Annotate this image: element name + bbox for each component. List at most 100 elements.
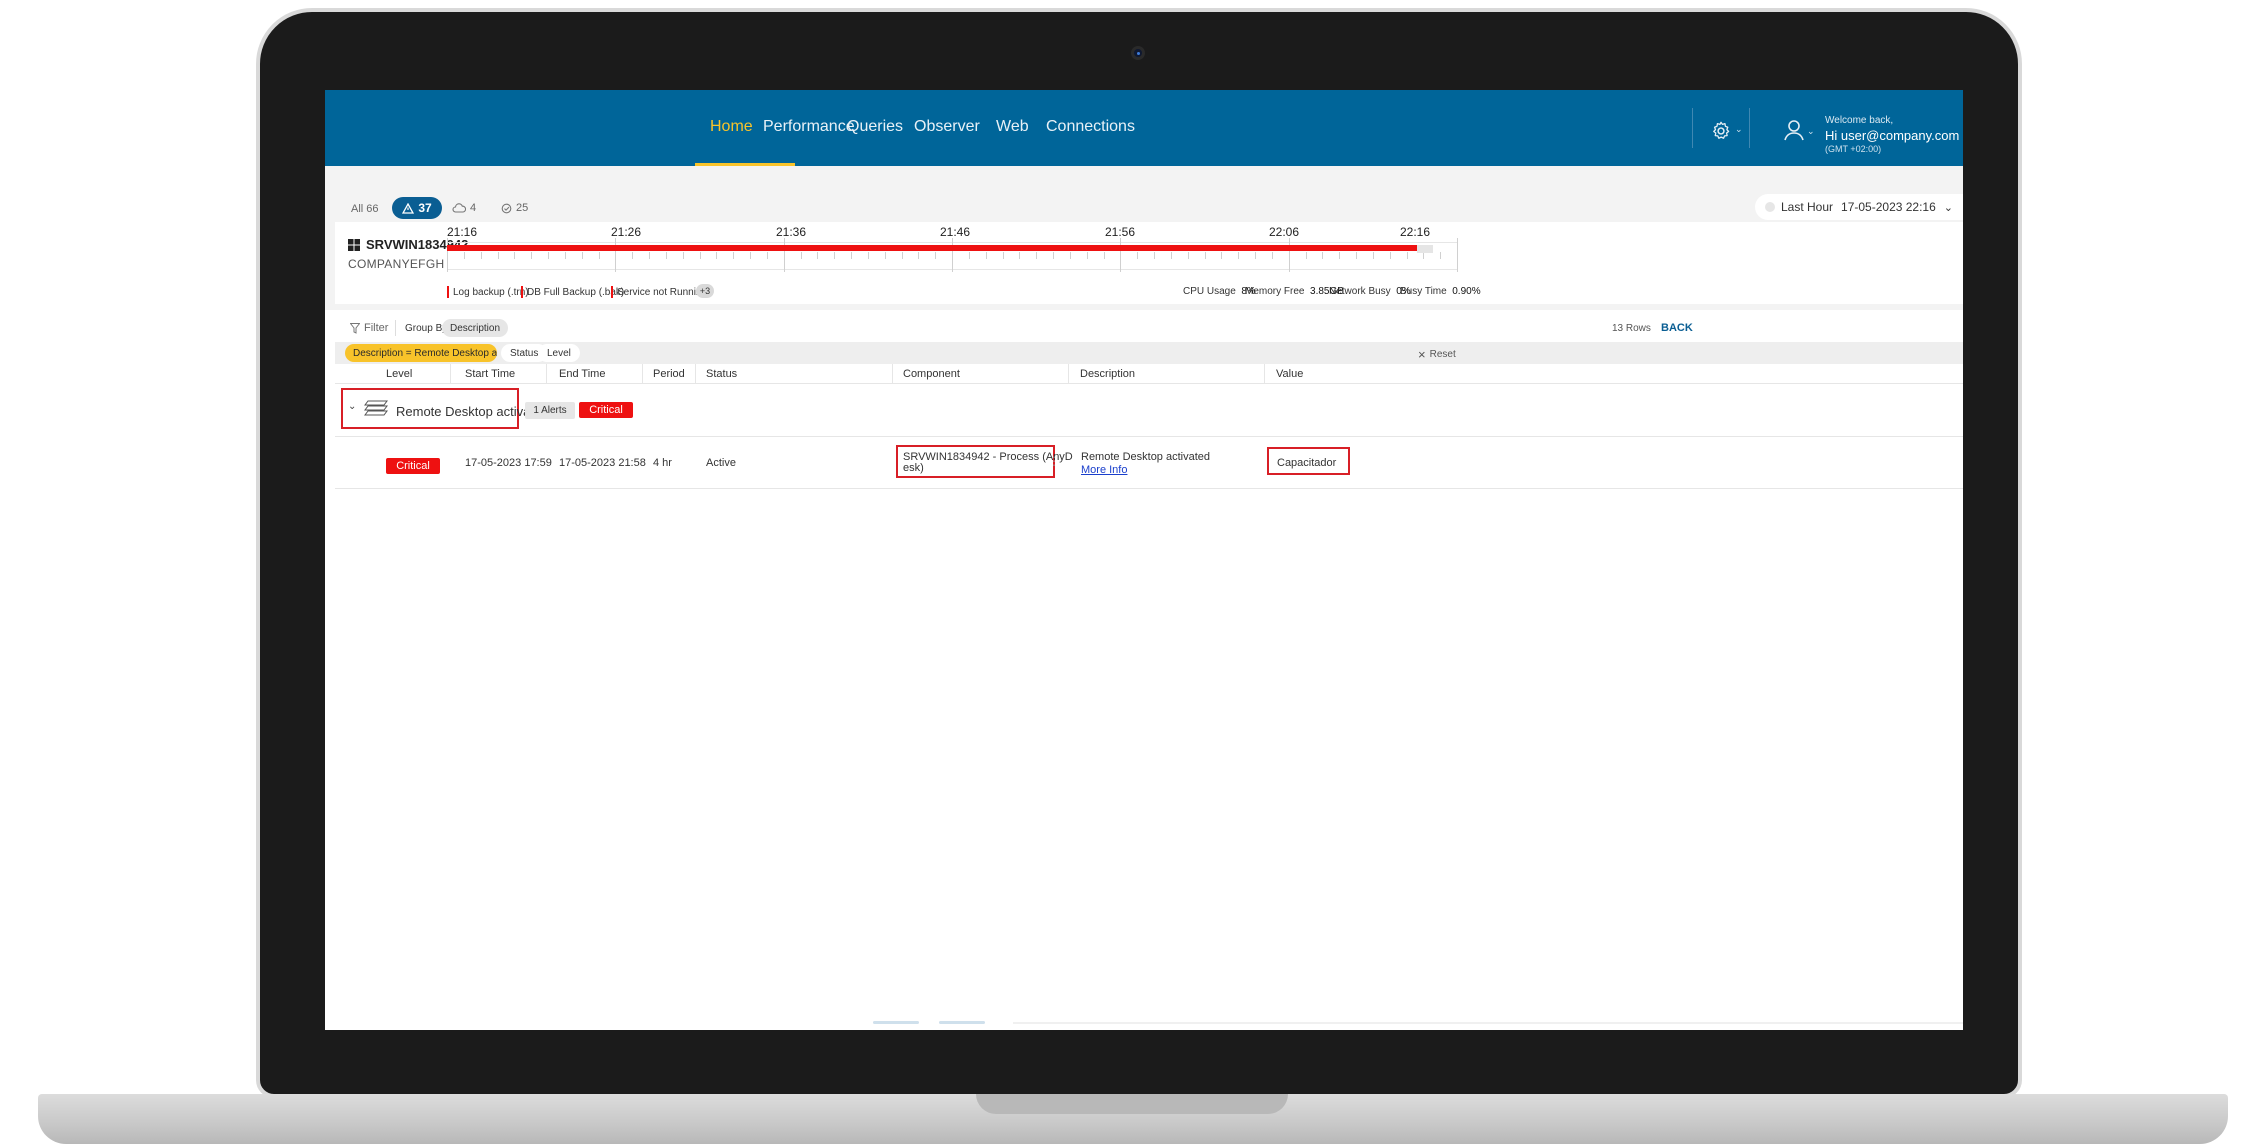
timeline-tickmark [1339,252,1341,259]
time-range-value: 17-05-2023 22:16 [1841,200,1936,214]
scroll-stub [939,1021,985,1024]
column-header-end-time[interactable]: End Time [559,368,605,380]
timeline-tickmark [783,238,785,272]
timeline-tickmark [1457,238,1458,272]
tab-connections[interactable]: Connections [1046,118,1135,136]
group-critical-badge: Critical [579,402,633,418]
cell-start-time: 17-05-2023 17:59 [465,457,552,469]
cell-value: Capacitador [1277,457,1337,469]
timeline-tick: 22:16 [1400,225,1431,239]
count-cloud[interactable]: 4 [452,202,476,214]
timeline-tickmark [817,252,819,259]
timeline-tickmark [968,252,970,259]
timeline-tickmark [800,252,802,259]
table-row[interactable]: Critical 17-05-2023 17:59 17-05-2023 21:… [335,437,1963,489]
time-range-selector[interactable]: Last Hour 17-05-2023 22:16 ⌄ [1755,194,1963,220]
rows-count: 13 Rows [1612,323,1651,334]
timeline-tickmark [548,252,549,259]
tab-web[interactable]: Web [996,118,1029,136]
timeline-tickmark [867,252,869,259]
column-header-component[interactable]: Component [903,368,960,380]
legend-more-badge[interactable]: +3 [696,284,714,298]
nav-divider [1749,108,1750,148]
chevron-down-icon: ⌄ [1943,201,1953,214]
timeline-tickmark [1019,252,1021,259]
timeline-tickmark [750,252,751,259]
timeline-tickmark [699,252,701,259]
tab-home[interactable]: Home [710,118,753,136]
column-header-start-time[interactable]: Start Time [465,368,515,380]
timeline-tickmark [1137,252,1139,259]
timeline-tickmark [985,252,987,259]
tab-queries[interactable]: Queries [847,118,903,136]
time-range-dot [1765,202,1775,212]
laptop-base-notch [976,1094,1288,1114]
tab-performance[interactable]: Performance [763,118,855,136]
column-header-period[interactable]: Period [653,368,685,380]
filter-button[interactable]: Filter [350,322,388,334]
stat-busy-time: Busy Time 0.90% [1400,286,1481,297]
top-navbar: Home Performance Queries Observer Web Co… [325,90,1963,166]
server-company: COMPANYEFGH [348,257,445,271]
timeline-tickmark [716,252,718,259]
timeline-tickmark [733,252,735,259]
timeline-tickmark [480,252,482,259]
legend-service-not-running[interactable]: Service not Running [611,286,707,298]
back-button[interactable]: BACK [1661,322,1693,334]
legend-db-full-backup[interactable]: DB Full Backup (.bak) [521,286,624,298]
group-by-label: Group By [405,323,448,334]
cloud-icon [452,203,466,213]
row-critical-badge: Critical [386,458,440,474]
timeline-tickmark [952,238,953,272]
column-header-status[interactable]: Status [706,368,737,380]
timeline-tickmark [1204,252,1206,259]
bottom-divider [1013,1022,1963,1024]
column-header-value[interactable]: Value [1276,368,1303,380]
timeline-tickmark [766,252,768,259]
timeline-tickmark [598,252,600,259]
level-filter-chip[interactable]: Level [538,344,580,362]
timeline-tickmark [1086,252,1088,259]
gear-icon[interactable] [1710,120,1732,142]
legend-log-backup[interactable]: Log backup (.trn) [447,286,529,298]
more-info-link[interactable]: More Info [1081,464,1127,476]
column-header-description[interactable]: Description [1080,368,1135,380]
timeline-tickmark [615,238,617,272]
count-resolved[interactable]: 25 [501,202,528,214]
timeline-alert-bar[interactable] [447,245,1417,251]
timeline-tickmark [531,252,533,259]
settings-chevron-down-icon[interactable]: ⌄ [1735,124,1743,135]
kebab-menu-icon[interactable]: ⋮ [1048,454,1060,468]
timeline-tickmark [1053,252,1054,259]
timeline-tickmark [665,252,667,259]
timeline-tickmark [918,252,920,259]
welcome-text: Welcome back, [1825,115,1894,126]
timeline-tickmark [1036,252,1038,259]
reset-button[interactable]: × Reset [1418,347,1456,362]
column-header-level[interactable]: Level [386,368,412,380]
user-email[interactable]: Hi user@company.com [1825,128,1959,143]
count-alerts-badge[interactable]: 37 [392,197,442,219]
user-icon[interactable] [1783,118,1805,142]
count-all[interactable]: All 66 [351,203,379,215]
nav-divider [1692,108,1693,148]
timeline-tickmark [632,252,634,259]
timeline-tickmark [682,252,684,259]
timeline-tickmark [1221,252,1223,259]
count-alerts-value: 37 [418,201,432,215]
group-row[interactable]: ⌄ Remote Desktop activated 1 Alerts Crit… [335,384,1963,437]
timeline-remaining [1417,245,1433,253]
timeline-tickmark [834,252,836,259]
user-chevron-down-icon[interactable]: ⌄ [1807,126,1815,137]
timeline-tickmark [514,252,516,259]
table-header: Level Start Time End Time Period Status … [335,364,1963,384]
timeline-tickmark [649,252,650,259]
windows-icon [348,238,360,251]
scroll-stub [873,1021,919,1024]
group-by-chip[interactable]: Description [442,319,509,337]
group-alerts-count: 1 Alerts [525,402,575,419]
tab-observer[interactable]: Observer [914,118,980,136]
close-icon: × [1418,347,1426,362]
active-filter-chip[interactable]: Description = Remote Desktop acti...× [345,344,497,362]
timeline-tickmark [447,238,448,272]
